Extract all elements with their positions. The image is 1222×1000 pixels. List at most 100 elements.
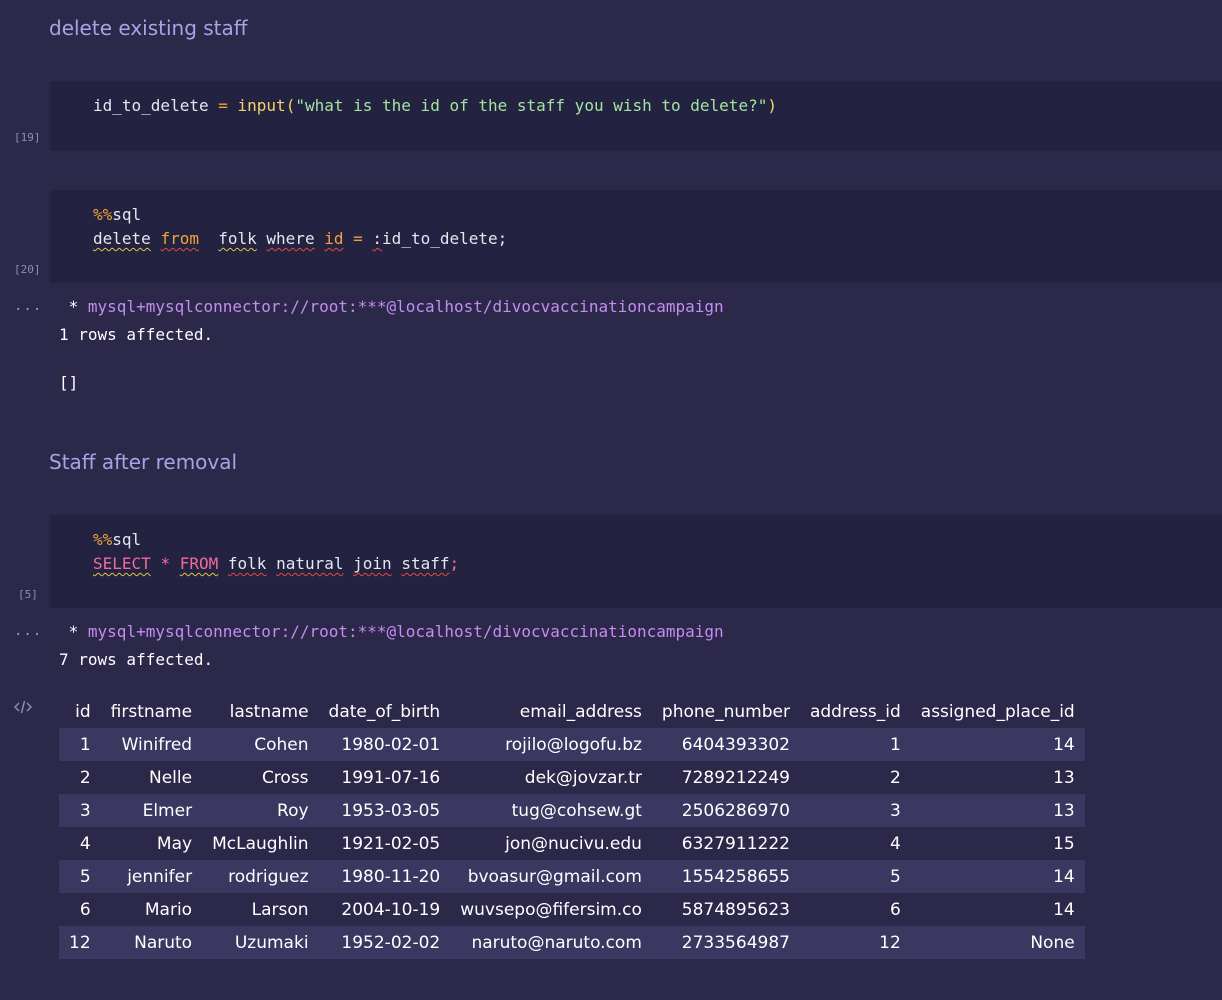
sql-token: :: [372, 229, 383, 248]
table-cell: Elmer: [142, 800, 193, 821]
table-cell: 14: [1053, 734, 1075, 755]
sql-token: join: [353, 554, 392, 573]
code-line-sql[interactable]: SELECT * FROM folk natural join staff;: [93, 554, 459, 573]
table-cell: 12: [879, 932, 901, 953]
column-header: address_id: [809, 701, 901, 722]
sql-token: id: [324, 229, 344, 248]
code-string: "what is the id of the staff you wish to…: [295, 96, 768, 115]
sql-token: ;: [497, 229, 508, 248]
sql-token: folk: [218, 229, 257, 248]
table-cell: 5874895623: [681, 899, 790, 920]
sql-token: SELECT: [93, 554, 151, 573]
code-icon[interactable]: [14, 700, 32, 714]
table-cell: 1952-02-02: [341, 932, 441, 953]
table-row: 4 May McLaughlin 1921-02-05 jon@nucivu.edu 63…: [59, 827, 1085, 860]
column-header: firstname: [110, 701, 193, 722]
table-cell: 1: [889, 734, 901, 755]
table-cell: 4: [889, 833, 901, 854]
table-row: 1 Winifred Cohen 1980-02-01 rojilo@logofu.bz…: [59, 728, 1085, 761]
execution-count: [5]: [18, 588, 38, 601]
sql-token: staff: [401, 554, 450, 573]
table-cell: bvoasur@gmail.com: [467, 866, 642, 887]
table-cell: 4: [79, 833, 91, 854]
table-cell: 13: [1053, 800, 1075, 821]
table-cell: 5: [79, 866, 91, 887]
connection-string: mysql+mysqlconnector://root:***@localhos…: [87, 297, 724, 316]
code-cell-sql-select[interactable]: %%sql SELECT * FROM folk natural join st…: [50, 515, 1222, 608]
table-cell: 6: [889, 899, 901, 920]
column-header: lastname: [229, 701, 309, 722]
table-cell: 5: [889, 866, 901, 887]
column-header: date_of_birth: [328, 701, 441, 722]
table-row: 5 jennifer rodriguez 1980-11-20 bvoasur@gmai…: [59, 860, 1085, 893]
sql-token: folk: [227, 554, 267, 573]
table-cell: 2: [889, 767, 901, 788]
table-cell: 15: [1053, 833, 1075, 854]
sql-token: =: [353, 229, 363, 248]
sql-token: *: [160, 554, 171, 573]
execution-count: [20]: [14, 263, 41, 276]
rows-affected: 7 rows affected.: [59, 650, 214, 669]
table-cell: 2733564987: [681, 932, 790, 953]
output-ellipsis-button[interactable]: ...: [14, 298, 42, 314]
sql-token: natural: [276, 554, 344, 573]
table-cell: jon@nucivu.edu: [505, 833, 642, 854]
table-cell: dek@jovzar.tr: [524, 767, 642, 788]
sql-token: where: [266, 229, 315, 248]
table-cell: Cross: [261, 767, 309, 788]
sql-token: from: [160, 229, 199, 248]
code-cell-input[interactable]: id_to_delete = input("what is the id of …: [50, 81, 1222, 151]
table-cell: 1980-02-01: [341, 734, 441, 755]
sql-token: FROM: [179, 554, 219, 573]
table-cell: Roy: [277, 800, 309, 821]
table-cell: Naruto: [134, 932, 193, 953]
code-line[interactable]: id_to_delete = input("what is the id of …: [93, 96, 777, 115]
connection-line: * mysql+mysqlconnector://root:***@localh…: [59, 622, 724, 641]
table-cell: tug@cohsew.gt: [511, 800, 642, 821]
code-operator: =: [218, 96, 228, 115]
code-line-magic[interactable]: %%sql: [93, 530, 141, 549]
rows-affected: 1 rows affected.: [59, 325, 214, 344]
execution-count: [19]: [14, 131, 41, 144]
column-header: email_address: [519, 701, 642, 722]
result-table: id firstname lastname date_of_birth emai…: [59, 695, 1085, 959]
table-cell: None: [1030, 932, 1075, 953]
table-cell: 1554258655: [681, 866, 790, 887]
code-cell-sql-delete[interactable]: %%sql delete from folk where id = :id_to…: [50, 190, 1222, 283]
magic-prefix: %%: [93, 530, 113, 549]
notebook: delete existing staff id_to_delete = inp…: [0, 0, 1222, 1000]
table-cell: rodriguez: [228, 866, 309, 887]
table-cell: rojilo@logofu.bz: [505, 734, 642, 755]
column-header: phone_number: [661, 701, 790, 722]
code-function: input: [237, 96, 286, 115]
table-cell: Cohen: [254, 734, 309, 755]
table-cell: Larson: [251, 899, 309, 920]
magic-name: sql: [112, 530, 142, 549]
markdown-heading: Staff after removal: [49, 450, 238, 474]
connection-star: *: [59, 297, 88, 316]
code-line-sql[interactable]: delete from folk where id = :id_to_delet…: [93, 229, 507, 248]
table-cell: Nelle: [148, 767, 193, 788]
code-var: id_to_delete: [93, 96, 209, 115]
table-cell: 1: [79, 734, 91, 755]
table-cell: 2506286970: [681, 800, 790, 821]
table-cell: 6404393302: [681, 734, 790, 755]
output-ellipsis-button[interactable]: ...: [14, 623, 42, 639]
table-cell: May: [156, 833, 193, 854]
code-paren-open: (: [285, 96, 296, 115]
table-cell: 12: [69, 932, 91, 953]
markdown-heading: delete existing staff: [49, 16, 248, 40]
table-cell: wuvsepo@fifersim.co: [460, 899, 642, 920]
table-cell: naruto@naruto.com: [471, 932, 642, 953]
table-cell: 7289212249: [681, 767, 790, 788]
table-cell: 14: [1053, 866, 1075, 887]
code-paren-close: ): [767, 96, 777, 115]
table-cell: 6: [79, 899, 91, 920]
table-cell: Mario: [144, 899, 193, 920]
table-cell: 1921-02-05: [341, 833, 441, 854]
table-cell: jennifer: [127, 866, 193, 887]
table-header-row: id firstname lastname date_of_birth emai…: [59, 695, 1085, 728]
table-row: 3 Elmer Roy 1953-03-05 tug@cohsew.gt 25062869…: [59, 794, 1085, 827]
code-line-magic[interactable]: %%sql: [93, 205, 141, 224]
magic-prefix: %%: [93, 205, 113, 224]
